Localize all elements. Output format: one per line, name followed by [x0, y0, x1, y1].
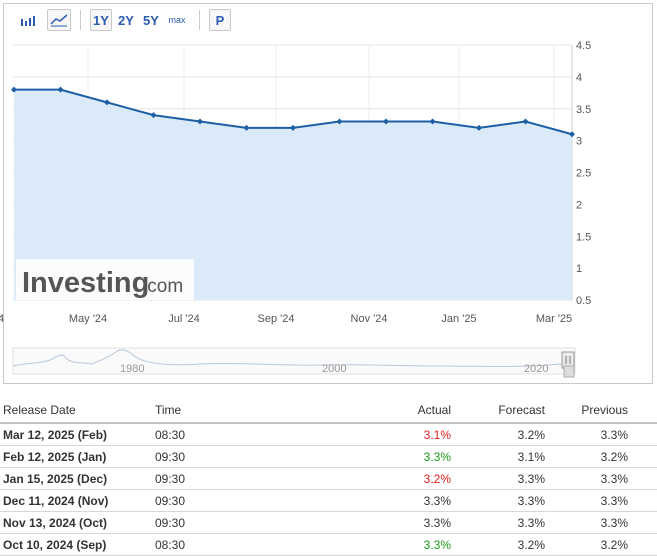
- x-tick-label: Sep '24: [258, 313, 295, 325]
- forecast-value: 3.3%: [517, 494, 545, 508]
- table-row: Oct 10, 2024 (Sep) 08:30 3.3% 3.2% 3.2%: [0, 534, 657, 556]
- actual-value: 3.3%: [423, 538, 451, 552]
- release-time: 09:30: [155, 494, 186, 508]
- navigator-label: 1980: [120, 363, 144, 375]
- release-time: 09:30: [155, 472, 186, 486]
- header-release-date[interactable]: Release Date: [3, 403, 76, 417]
- economic-data-table: Release Date Time Actual Forecast Previo…: [0, 399, 657, 556]
- header-forecast[interactable]: Forecast: [498, 403, 545, 417]
- forecast-value: 3.1%: [517, 450, 545, 464]
- y-tick-label: 0.5: [576, 295, 591, 307]
- forecast-value: 3.3%: [517, 516, 545, 530]
- navigator-label: 2020: [524, 363, 548, 375]
- release-date: Dec 11, 2024 (Nov): [3, 494, 109, 508]
- y-tick-label: 3.5: [576, 104, 591, 116]
- chart-navigator[interactable]: 1980 2000 2020: [12, 347, 576, 378]
- x-tick-label: 24: [0, 313, 4, 325]
- header-previous[interactable]: Previous: [581, 403, 628, 417]
- release-date: Nov 13, 2024 (Oct): [3, 516, 108, 530]
- release-date: Jan 15, 2025 (Dec): [3, 472, 108, 486]
- previous-value: 3.2%: [600, 450, 628, 464]
- previous-value: 3.3%: [600, 472, 628, 486]
- logo-main: Investing: [22, 267, 149, 299]
- actual-value: 3.3%: [423, 494, 451, 508]
- actual-value: 3.3%: [423, 516, 451, 530]
- y-tick-label: 2: [576, 199, 582, 211]
- actual-value: 3.3%: [423, 450, 451, 464]
- chart-svg: 4.5 4 3.5 3 2.5 2 1.5 1 0.5 24 May '24 Jul '24 Sep …: [0, 40, 591, 378]
- y-tick-label: 3: [576, 136, 582, 148]
- previous-value: 3.3%: [600, 516, 628, 530]
- forecast-value: 3.3%: [517, 472, 545, 486]
- table-row: Nov 13, 2024 (Oct) 09:30 3.3% 3.3% 3.3%: [0, 512, 657, 534]
- release-time: 08:30: [155, 538, 186, 552]
- previous-value: 3.3%: [600, 428, 628, 442]
- actual-value: 3.1%: [423, 428, 451, 442]
- x-tick-label: Jul '24: [168, 313, 199, 325]
- table-row: Jan 15, 2025 (Dec) 09:30 3.2% 3.3% 3.3%: [0, 468, 657, 490]
- table-row: Mar 12, 2025 (Feb) 08:30 3.1% 3.2% 3.3%: [0, 424, 657, 446]
- forecast-value: 3.2%: [517, 428, 545, 442]
- x-tick-label: Mar '25: [536, 313, 572, 325]
- release-time: 09:30: [155, 450, 186, 464]
- release-date: Mar 12, 2025 (Feb): [3, 428, 108, 442]
- x-tick-label: Nov '24: [351, 313, 388, 325]
- x-tick-label: Jan '25: [441, 313, 476, 325]
- y-tick-label: 1: [576, 263, 582, 275]
- investing-logo: Investing .com: [16, 259, 194, 300]
- table-row: Dec 11, 2024 (Nov) 09:30 3.3% 3.3% 3.3%: [0, 490, 657, 512]
- previous-value: 3.2%: [600, 538, 628, 552]
- header-actual[interactable]: Actual: [418, 403, 451, 417]
- logo-suffix: .com: [142, 276, 183, 297]
- navigator-label: 2000: [322, 363, 346, 375]
- x-tick-label: May '24: [69, 313, 107, 325]
- y-tick-label: 4.5: [576, 40, 591, 52]
- y-tick-label: 1.5: [576, 231, 591, 243]
- release-date: Feb 12, 2025 (Jan): [3, 450, 107, 464]
- previous-value: 3.3%: [600, 494, 628, 508]
- release-date: Oct 10, 2024 (Sep): [3, 538, 107, 552]
- actual-value: 3.2%: [423, 472, 451, 486]
- forecast-value: 3.2%: [517, 538, 545, 552]
- y-tick-label: 4: [576, 72, 582, 84]
- header-time[interactable]: Time: [155, 403, 181, 417]
- table-header-row: Release Date Time Actual Forecast Previo…: [0, 399, 657, 424]
- table-row: Feb 12, 2025 (Jan) 09:30 3.3% 3.1% 3.2%: [0, 446, 657, 468]
- release-time: 08:30: [155, 428, 186, 442]
- y-tick-label: 2.5: [576, 168, 591, 180]
- navigator-scroll-arrow[interactable]: [563, 365, 575, 378]
- release-time: 09:30: [155, 516, 186, 530]
